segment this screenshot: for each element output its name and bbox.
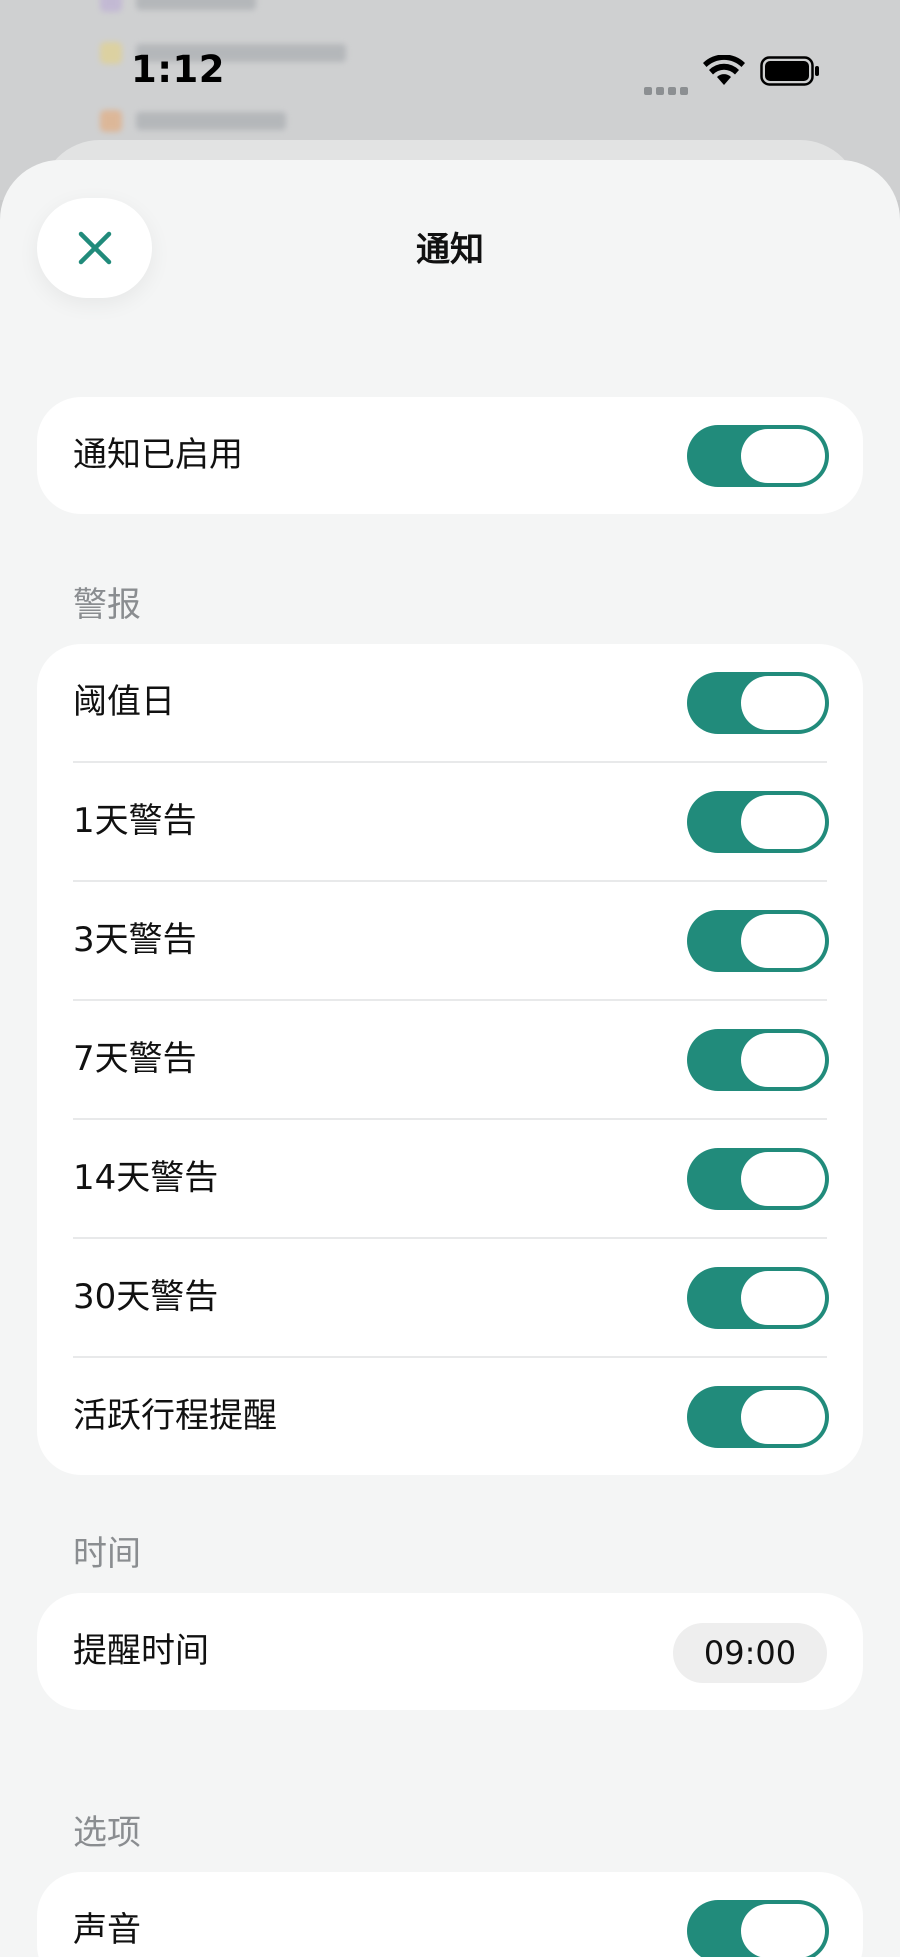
3-day-warning-toggle[interactable]	[687, 910, 829, 972]
alert-label: 30天警告	[73, 1277, 219, 1317]
battery-icon	[760, 56, 819, 86]
alert-row-3-day: 3天警告	[73, 880, 829, 999]
notifications-enabled-row: 通知已启用	[73, 397, 829, 514]
toggle-knob	[741, 676, 825, 730]
alert-label: 活跃行程提醒	[73, 1396, 277, 1436]
threshold-day-toggle[interactable]	[687, 672, 829, 734]
time-card: 提醒时间 09:00	[37, 1593, 863, 1710]
toggle-knob	[741, 429, 825, 483]
toggle-knob	[741, 1271, 825, 1325]
alert-row-14-day: 14天警告	[73, 1118, 829, 1237]
sheet-title: 通知	[416, 230, 484, 270]
toggle-knob	[741, 1904, 825, 1957]
toggle-knob	[741, 795, 825, 849]
1-day-warning-toggle[interactable]	[687, 791, 829, 853]
cellular-signal-icon	[644, 80, 692, 99]
alert-row-7-day: 7天警告	[73, 999, 829, 1118]
sound-toggle[interactable]	[687, 1900, 829, 1957]
alert-label: 1天警告	[73, 801, 197, 841]
alert-label: 阈值日	[73, 682, 175, 722]
master-toggle-card: 通知已启用	[37, 397, 863, 514]
status-time: 1:12	[131, 48, 226, 91]
toggle-knob	[741, 1152, 825, 1206]
toggle-knob	[741, 1033, 825, 1087]
notifications-enabled-label: 通知已启用	[73, 435, 243, 475]
alerts-card: 阈值日 1天警告 3天警告 7天警告 14天警告 30天警告 活跃行程提醒	[37, 644, 863, 1475]
options-section-header: 选项	[73, 1813, 141, 1853]
reminder-time-picker[interactable]: 09:00	[673, 1623, 827, 1683]
alert-label: 7天警告	[73, 1039, 197, 1079]
time-section-header: 时间	[73, 1534, 141, 1574]
sound-label: 声音	[73, 1910, 141, 1950]
30-day-warning-toggle[interactable]	[687, 1267, 829, 1329]
alert-label: 14天警告	[73, 1158, 219, 1198]
notifications-sheet: 通知 通知已启用 警报 阈值日 1天警告 3天警告 7天警告 14天警告 30天…	[0, 160, 900, 1957]
alert-row-active-trip: 活跃行程提醒	[73, 1356, 829, 1475]
sound-row: 声音	[73, 1872, 829, 1957]
wifi-icon	[703, 55, 745, 85]
active-trip-reminder-toggle[interactable]	[687, 1386, 829, 1448]
alert-row-threshold-day: 阈值日	[73, 644, 829, 761]
14-day-warning-toggle[interactable]	[687, 1148, 829, 1210]
7-day-warning-toggle[interactable]	[687, 1029, 829, 1091]
options-card: 声音	[37, 1872, 863, 1957]
notifications-enabled-toggle[interactable]	[687, 425, 829, 487]
alert-row-30-day: 30天警告	[73, 1237, 829, 1356]
reminder-time-label: 提醒时间	[73, 1631, 209, 1671]
alert-label: 3天警告	[73, 920, 197, 960]
toggle-knob	[741, 1390, 825, 1444]
status-bar: 1:12	[0, 0, 900, 140]
toggle-knob	[741, 914, 825, 968]
alerts-section-header: 警报	[73, 585, 141, 625]
reminder-time-row: 提醒时间 09:00	[73, 1593, 827, 1710]
alert-row-1-day: 1天警告	[73, 761, 829, 880]
